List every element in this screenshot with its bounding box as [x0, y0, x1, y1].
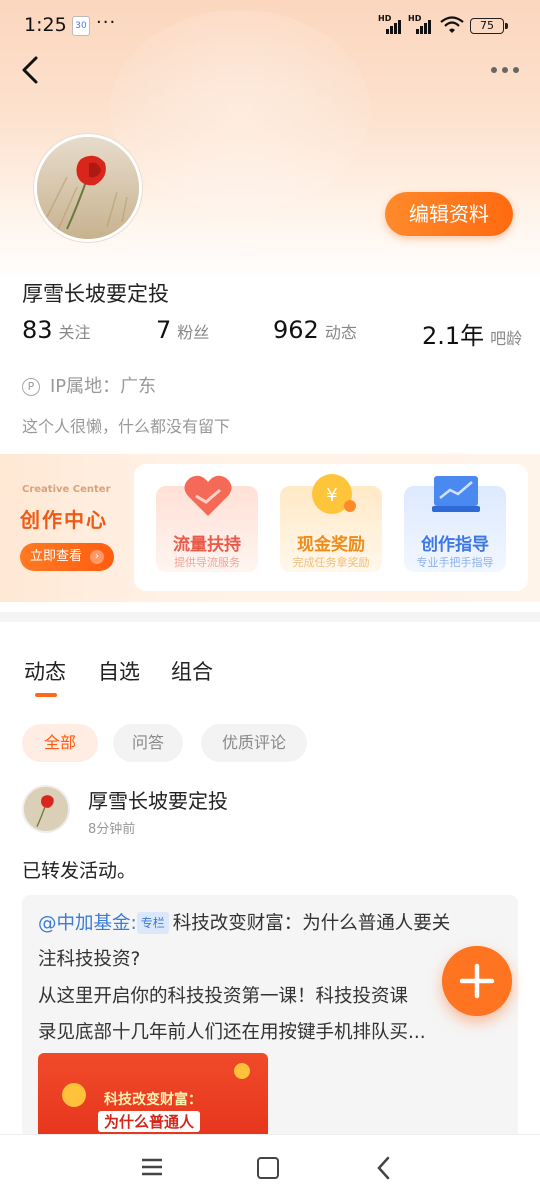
poppy-flower-image: [37, 137, 139, 239]
post-text: 已转发活动。: [22, 860, 137, 882]
post-author-avatar[interactable]: [22, 785, 70, 833]
thumbnail-title-line2: 为什么普通人: [98, 1111, 201, 1132]
ip-location-text: IP属地：广东: [50, 376, 157, 397]
filter-quality-comments[interactable]: 优质评论: [201, 724, 307, 762]
handshake-heart-icon: [184, 475, 232, 516]
column-tag: 专栏: [136, 912, 169, 934]
tab-posts[interactable]: 动态: [24, 656, 66, 686]
tab-watchlist[interactable]: 自选: [98, 656, 140, 686]
signal-icon: HD: [408, 14, 434, 34]
card-title: 现金奖励: [297, 535, 365, 555]
creative-center-banner: Creative Center 创作中心 立即查看 › 流量扶持 提供导流服务 …: [0, 454, 540, 602]
quote-header-line: @中加基金: 专栏 科技改变财富：为什么普通人要关: [38, 909, 450, 935]
nav-back-icon[interactable]: [374, 1155, 394, 1181]
more-options-icon[interactable]: [488, 62, 522, 78]
view-now-label: 立即查看: [30, 549, 83, 564]
stat-value: 2.1年: [422, 322, 485, 350]
profile-username: 厚雪长坡要定投: [22, 282, 169, 306]
stat-value: 7: [156, 316, 172, 344]
stat-posts[interactable]: 962 动态: [273, 316, 357, 356]
coin-yuan-icon: ¥: [312, 474, 356, 514]
quote-title-line2: 注科技投资?: [38, 949, 141, 970]
article-thumbnail: 科技改变财富： 为什么普通人: [38, 1053, 268, 1145]
coin-decoration: [62, 1083, 86, 1107]
content-tabs: 动态 自选 组合: [0, 656, 540, 700]
section-divider: [0, 612, 540, 622]
status-bar: 1:25 30 ··· HD HD 75: [0, 0, 540, 52]
create-post-plus-icon[interactable]: [442, 946, 512, 1016]
stat-followers[interactable]: 7 粉丝: [156, 316, 209, 356]
card-subtitle: 专业手把手指导: [416, 556, 494, 569]
card-title: 创作指导: [421, 535, 489, 555]
profile-stats: 83 关注 7 粉丝 962 动态 2.1年 吧龄: [0, 316, 540, 356]
profile-avatar[interactable]: [34, 134, 142, 242]
status-time: 1:25: [24, 14, 67, 36]
filter-all[interactable]: 全部: [22, 724, 98, 762]
chevron-right-icon: ›: [90, 550, 104, 564]
post-author-name[interactable]: 厚雪长坡要定投: [88, 785, 228, 814]
edit-profile-button[interactable]: 编辑资料: [385, 192, 513, 236]
creation-guide-card[interactable]: 创作指导 专业手把手指导: [404, 476, 506, 572]
quoted-article-card[interactable]: @中加基金: 专栏 科技改变财富：为什么普通人要关 注科技投资? 从这里开启你的科技…: [22, 895, 518, 1145]
filter-qa[interactable]: 问答: [113, 724, 183, 762]
svg-text:¥: ¥: [326, 485, 337, 506]
tab-portfolio[interactable]: 组合: [171, 656, 213, 686]
profile-bio: 这个人很懒，什么都没有留下: [22, 417, 231, 436]
creative-center-panel: 流量扶持 提供导流服务 ¥ 现金奖励 完成任务拿奖励 创作指导 专业手把手指导: [134, 464, 528, 591]
thumbnail-title-line1: 科技改变财富：: [104, 1092, 202, 1108]
signal-icon: HD: [378, 14, 404, 34]
stat-following[interactable]: 83 关注: [22, 316, 91, 356]
cash-reward-card[interactable]: ¥ 现金奖励 完成任务拿奖励: [280, 474, 382, 572]
stat-label: 关注: [58, 323, 91, 342]
stat-label: 吧龄: [490, 329, 523, 348]
wifi-icon: [440, 16, 464, 33]
active-tab-indicator: [35, 693, 57, 697]
quote-body-line1: 从这里开启你的科技投资第一课！科技投资课: [38, 986, 409, 1007]
poppy-flower-image: [24, 787, 68, 831]
system-navigation-bar: [0, 1134, 540, 1200]
creative-center-title-en: Creative Center: [22, 484, 111, 495]
back-arrow-icon[interactable]: [16, 52, 48, 88]
traffic-support-card[interactable]: 流量扶持 提供导流服务: [156, 475, 258, 572]
ip-location: P IP属地：广东: [22, 372, 156, 398]
chart-monitor-icon: [432, 476, 480, 512]
stat-account-age: 2.1年 吧龄: [422, 316, 522, 356]
location-p-icon: P: [22, 378, 40, 396]
card-subtitle: 提供导流服务: [174, 556, 240, 569]
coin-decoration: [234, 1063, 250, 1079]
stat-value: 83: [22, 316, 53, 344]
battery-icon: 75: [470, 18, 508, 34]
stat-value: 962: [273, 316, 319, 344]
status-more-dots: ···: [96, 12, 117, 33]
view-now-button[interactable]: 立即查看 ›: [20, 543, 114, 571]
quote-body-line2: 录见底部十几年前人们还在用按键手机排队买...: [38, 1022, 426, 1043]
stat-label: 动态: [324, 323, 357, 342]
quoted-user-link[interactable]: @中加基金:: [38, 913, 137, 934]
stat-label: 粉丝: [177, 323, 210, 342]
calendar-icon: 30: [72, 16, 90, 36]
creative-center-title: 创作中心: [20, 508, 108, 532]
post-timestamp: 8分钟前: [88, 822, 136, 837]
card-subtitle: 完成任务拿奖励: [292, 556, 370, 569]
card-title: 流量扶持: [173, 535, 241, 555]
menu-icon[interactable]: [140, 1157, 164, 1177]
quote-title-line1: 科技改变财富：为什么普通人要关: [172, 913, 451, 934]
home-square-icon[interactable]: [257, 1157, 279, 1179]
